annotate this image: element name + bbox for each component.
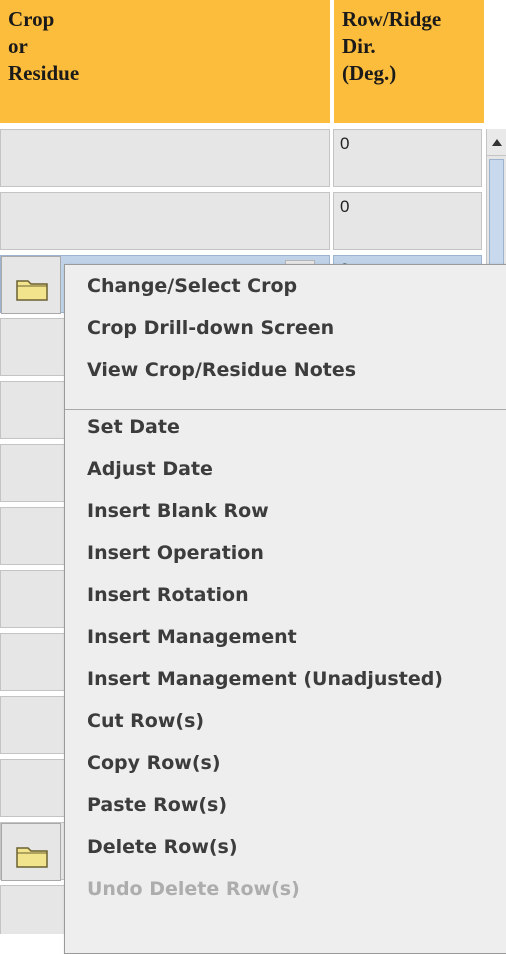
- folder-icon: [16, 280, 48, 301]
- folder-icon: [16, 847, 48, 868]
- column-header-row-direction[interactable]: Row/Ridge Dir. (Deg.): [334, 0, 486, 125]
- table-row[interactable]: 0: [0, 129, 486, 189]
- menu-item[interactable]: Crop Drill-down Screen: [87, 317, 334, 339]
- menu-item: Undo Delete Row(s): [87, 878, 300, 900]
- menu-item[interactable]: Paste Row(s): [87, 794, 227, 816]
- menu-item[interactable]: Copy Row(s): [87, 752, 221, 774]
- menu-item[interactable]: Insert Blank Row: [87, 500, 269, 522]
- crop-folder-button[interactable]: [1, 823, 61, 881]
- menu-item[interactable]: Insert Rotation: [87, 584, 249, 606]
- column-header-crop-line-1: Crop: [8, 7, 55, 31]
- column-header-crop-line-3: Residue: [8, 61, 80, 85]
- table-header: Crop or Residue Row/Ridge Dir. (Deg.): [0, 0, 486, 127]
- menu-item[interactable]: Insert Operation: [87, 542, 264, 564]
- column-header-dir-line-1: Row/Ridge: [342, 7, 442, 31]
- menu-item[interactable]: Insert Management: [87, 626, 297, 648]
- menu-item[interactable]: Delete Row(s): [87, 836, 238, 858]
- column-header-dir-line-2: Dir.: [342, 34, 376, 58]
- context-menu: Change/Select Crop Crop Drill-down Screen…: [64, 264, 506, 954]
- column-header-dir-line-3: (Deg.): [342, 61, 397, 85]
- crop-cell[interactable]: [0, 192, 330, 250]
- arrow-up-icon: [491, 138, 502, 146]
- table-row[interactable]: 0: [0, 192, 486, 252]
- scroll-up-button[interactable]: [487, 129, 506, 156]
- column-header-crop[interactable]: Crop or Residue: [0, 0, 332, 125]
- crop-folder-button[interactable]: [1, 256, 61, 314]
- menu-item[interactable]: Insert Management (Unadjusted): [87, 668, 443, 690]
- menu-separator: [65, 409, 506, 410]
- menu-item[interactable]: View Crop/Residue Notes: [87, 359, 356, 381]
- row-direction-cell[interactable]: 0: [333, 192, 482, 250]
- row-direction-cell[interactable]: 0: [333, 129, 482, 187]
- column-header-crop-line-2: or: [8, 34, 28, 58]
- menu-item[interactable]: Adjust Date: [87, 458, 213, 480]
- crop-cell[interactable]: [0, 129, 330, 187]
- menu-item[interactable]: Cut Row(s): [87, 710, 204, 732]
- menu-item[interactable]: Change/Select Crop: [87, 275, 297, 297]
- menu-item[interactable]: Set Date: [87, 416, 180, 438]
